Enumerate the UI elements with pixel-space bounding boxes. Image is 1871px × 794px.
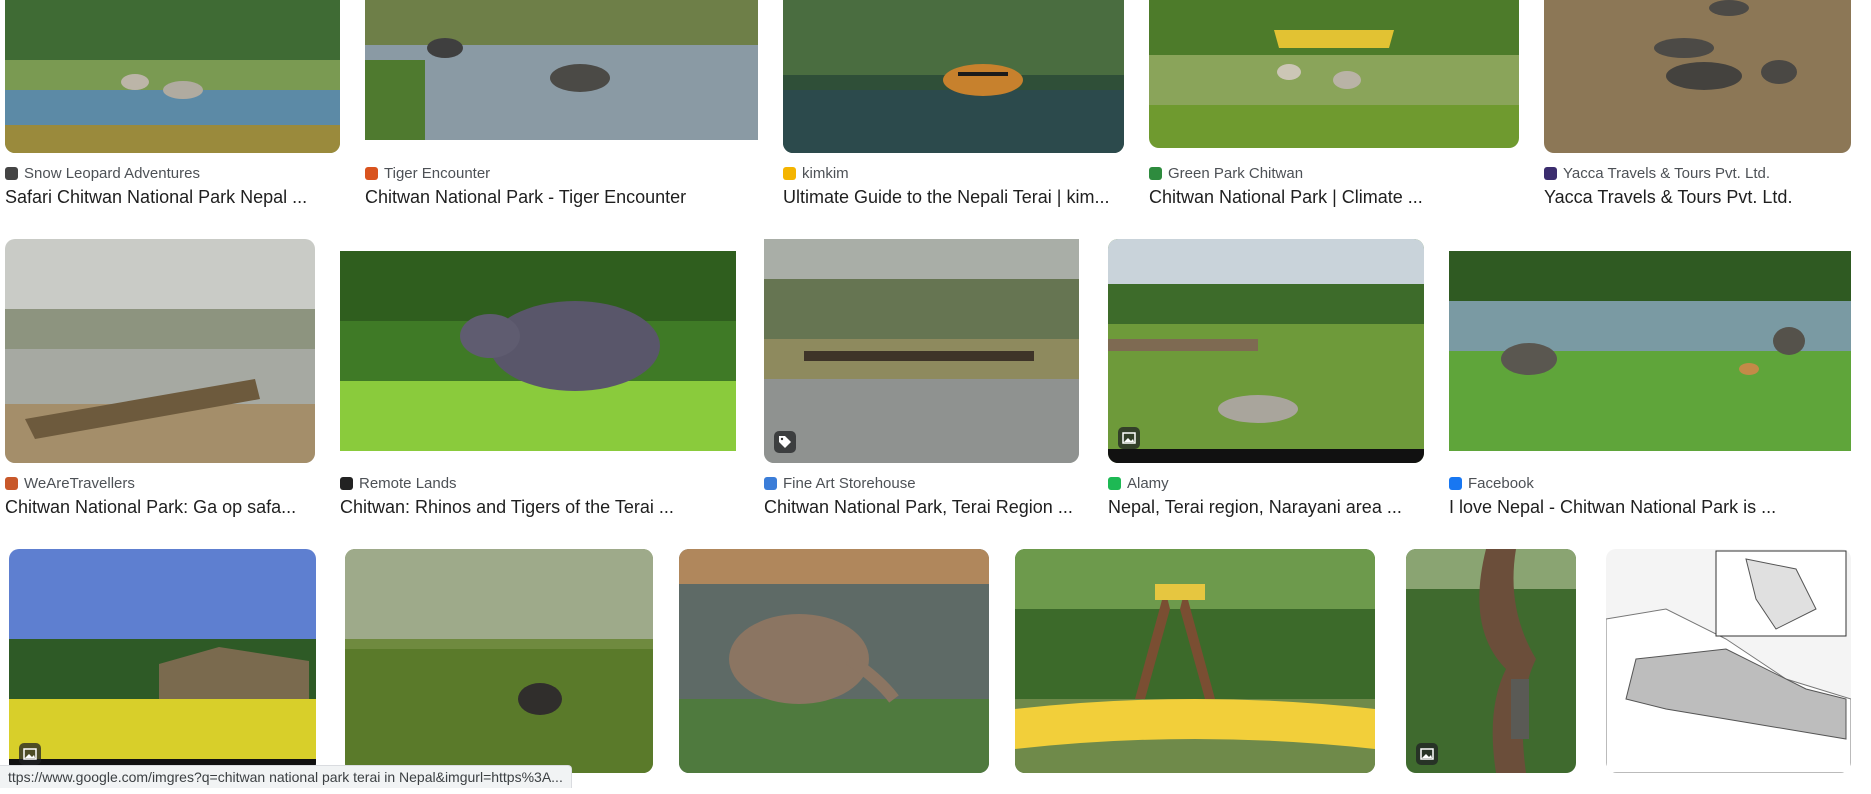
result-thumbnail[interactable] bbox=[9, 549, 316, 773]
image-result-card[interactable]: Tiger Encounter Chitwan National Park - … bbox=[365, 0, 758, 215]
link-status-bar: ttps://www.google.com/imgres?q=chitwan n… bbox=[0, 765, 572, 788]
result-title[interactable]: Chitwan: Rhinos and Tigers of the Terai … bbox=[340, 497, 730, 518]
image-result-card[interactable] bbox=[345, 549, 653, 794]
result-source[interactable]: Facebook bbox=[1449, 475, 1534, 492]
image-result-card[interactable]: WeAreTravellers Chitwan National Park: G… bbox=[5, 239, 315, 524]
image-result-card[interactable] bbox=[1406, 549, 1576, 794]
result-thumbnail[interactable] bbox=[1108, 239, 1424, 463]
result-source[interactable]: Yacca Travels & Tours Pvt. Ltd. bbox=[1544, 165, 1770, 182]
image-result-card[interactable]: Alamy Nepal, Terai region, Narayani area… bbox=[1108, 239, 1424, 524]
result-title[interactable]: Chitwan National Park | Climate ... bbox=[1149, 187, 1514, 208]
result-thumbnail[interactable] bbox=[340, 251, 736, 451]
favicon-icon bbox=[340, 477, 353, 490]
image-result-card[interactable] bbox=[679, 549, 989, 794]
result-source[interactable]: Tiger Encounter bbox=[365, 165, 490, 182]
image-result-card[interactable] bbox=[1015, 549, 1375, 794]
result-thumbnail[interactable] bbox=[679, 549, 989, 773]
result-source[interactable]: Snow Leopard Adventures bbox=[5, 165, 200, 182]
result-source[interactable]: Remote Lands bbox=[340, 475, 457, 492]
favicon-icon bbox=[1108, 477, 1121, 490]
favicon-icon bbox=[365, 167, 378, 180]
result-title[interactable]: Ultimate Guide to the Nepali Terai | kim… bbox=[783, 187, 1121, 208]
image-result-card[interactable]: Facebook I love Nepal - Chitwan National… bbox=[1449, 239, 1851, 524]
result-thumbnail[interactable] bbox=[1544, 0, 1851, 153]
image-result-card[interactable]: Yacca Travels & Tours Pvt. Ltd. Yacca Tr… bbox=[1544, 0, 1851, 215]
image-result-card[interactable]: Snow Leopard Adventures Safari Chitwan N… bbox=[5, 0, 340, 215]
favicon-icon bbox=[5, 167, 18, 180]
result-thumbnail[interactable] bbox=[1015, 549, 1375, 773]
favicon-icon bbox=[5, 477, 18, 490]
image-result-card[interactable]: Green Park Chitwan Chitwan National Park… bbox=[1149, 0, 1519, 215]
result-title[interactable]: Yacca Travels & Tours Pvt. Ltd. bbox=[1544, 187, 1844, 208]
result-title[interactable]: I love Nepal - Chitwan National Park is … bbox=[1449, 497, 1847, 518]
tag-icon bbox=[774, 431, 796, 453]
result-source[interactable]: Fine Art Storehouse bbox=[764, 475, 916, 492]
image-icon bbox=[19, 743, 41, 765]
result-thumbnail[interactable] bbox=[5, 239, 315, 463]
result-source[interactable]: Alamy bbox=[1108, 475, 1169, 492]
image-icon bbox=[1416, 743, 1438, 765]
image-result-card[interactable]: Fine Art Storehouse Chitwan National Par… bbox=[764, 239, 1079, 524]
image-result-card[interactable] bbox=[9, 549, 316, 794]
result-title[interactable]: Nepal, Terai region, Narayani area ... bbox=[1108, 497, 1420, 518]
result-title[interactable]: Chitwan National Park: Ga op safa... bbox=[5, 497, 310, 518]
result-thumbnail[interactable] bbox=[1149, 0, 1519, 148]
result-thumbnail[interactable] bbox=[5, 0, 340, 153]
favicon-icon bbox=[1449, 477, 1462, 490]
result-source[interactable]: kimkim bbox=[783, 165, 849, 182]
result-thumbnail[interactable] bbox=[1449, 251, 1851, 451]
result-thumbnail[interactable] bbox=[764, 239, 1079, 463]
result-title[interactable]: Chitwan National Park - Tiger Encounter bbox=[365, 187, 755, 208]
result-thumbnail[interactable] bbox=[345, 549, 653, 773]
favicon-icon bbox=[1149, 167, 1162, 180]
result-title[interactable]: Safari Chitwan National Park Nepal ... bbox=[5, 187, 325, 208]
favicon-icon bbox=[783, 167, 796, 180]
image-result-card[interactable] bbox=[1606, 549, 1851, 794]
image-result-card[interactable]: Remote Lands Chitwan: Rhinos and Tigers … bbox=[340, 239, 736, 524]
result-source[interactable]: Green Park Chitwan bbox=[1149, 165, 1303, 182]
favicon-icon bbox=[1544, 167, 1557, 180]
result-title[interactable]: Chitwan National Park, Terai Region ... bbox=[764, 497, 1076, 518]
image-result-card[interactable]: kimkim Ultimate Guide to the Nepali Tera… bbox=[783, 0, 1124, 215]
result-thumbnail[interactable] bbox=[365, 0, 758, 140]
favicon-icon bbox=[764, 477, 777, 490]
result-thumbnail[interactable] bbox=[1606, 549, 1851, 773]
image-icon bbox=[1118, 427, 1140, 449]
result-source[interactable]: WeAreTravellers bbox=[5, 475, 135, 492]
result-thumbnail[interactable] bbox=[1406, 549, 1576, 773]
result-thumbnail[interactable] bbox=[783, 0, 1124, 153]
